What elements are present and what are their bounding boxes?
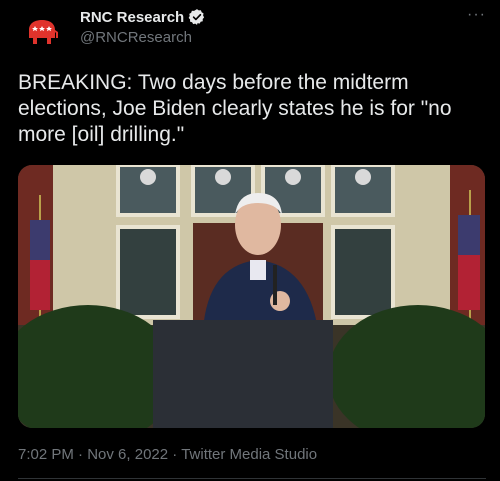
speaker-at-podium-image	[18, 165, 485, 428]
more-horizontal-icon[interactable]: ···	[467, 6, 486, 24]
divider	[18, 478, 486, 479]
timestamp-separator: ·	[78, 446, 84, 463]
avatar[interactable]	[18, 8, 66, 56]
account-name[interactable]: RNC Research	[80, 9, 184, 26]
tweet-header: RNC Research @RNCResearch	[80, 8, 206, 46]
tweet-media[interactable]	[18, 165, 485, 428]
tweet-source[interactable]: Twitter Media Studio	[181, 446, 317, 463]
tweet-time: 7:02 PM	[18, 446, 74, 463]
gop-elephant-icon	[29, 20, 58, 44]
verified-badge-icon	[188, 9, 205, 25]
timestamp-separator: ·	[172, 446, 178, 463]
tweet-date: Nov 6, 2022	[87, 446, 169, 463]
tweet-timestamp[interactable]: 7:02 PM · Nov 6, 2022 · Twitter Media St…	[18, 446, 317, 463]
tweet-text: BREAKING: Two days before the midterm el…	[18, 71, 452, 146]
account-handle[interactable]: @RNCResearch	[80, 29, 206, 46]
